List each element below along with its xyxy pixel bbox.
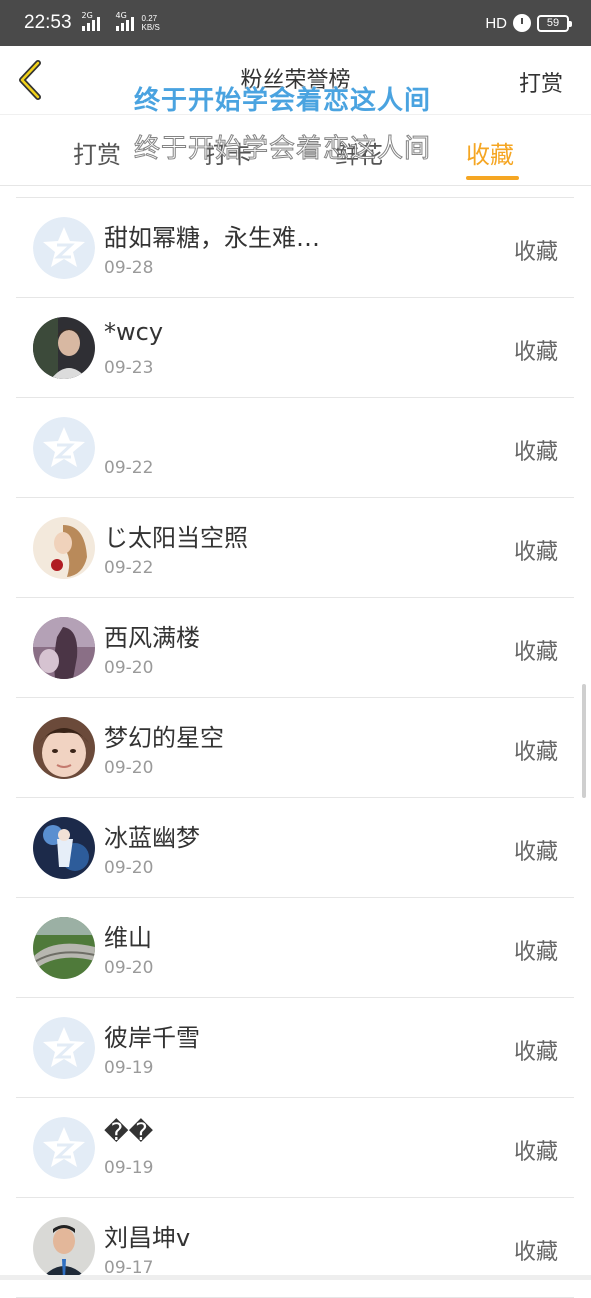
fan-name: 彼岸千雪 [104,1024,200,1052]
list-item[interactable]: �� 09-19 收藏 [16,1098,574,1198]
floating-lyric-line: 终于开始学会着恋这人间 [134,86,432,116]
fan-name: *wcy [104,318,164,346]
reward-button[interactable]: 打赏 [519,66,563,98]
battery-icon: 59 [537,14,572,32]
fan-date: 09-19 [104,1058,154,1078]
fan-name: 梦幻的星空 [104,724,224,752]
tab-favorites[interactable]: 收藏 [466,135,514,170]
user-avatar [33,1217,95,1279]
favorite-label: 收藏 [513,1240,558,1265]
network-speed: 0.27 KB/S [141,14,160,32]
favorite-label: 收藏 [513,840,558,865]
default-avatar-icon [33,417,95,479]
fan-name: 西风满楼 [104,624,200,652]
favorite-label: 收藏 [513,540,558,565]
user-avatar [33,917,95,979]
bottom-edge [0,1275,591,1280]
list-item[interactable]: 冰蓝幽梦 09-20 收藏 [16,798,574,898]
default-avatar-icon [33,1117,95,1179]
favorite-label: 收藏 [513,440,558,465]
fan-list: 甜如幂糖，永生难… 09-28 收藏 *wcy 09-23 收藏 09-22 收… [16,197,574,1298]
user-avatar [33,517,95,579]
signal-4g-icon: 4G [115,11,136,31]
favorite-label: 收藏 [513,240,558,265]
fan-name: じ太阳当空照 [104,524,248,552]
fan-name: 甜如幂糖，永生难… [104,224,320,252]
fan-date: 09-28 [104,258,154,278]
favorite-label: 收藏 [513,740,558,765]
signal-label: 4G [115,11,127,20]
list-item[interactable]: じ太阳当空照 09-22 收藏 [16,498,574,598]
fan-date: 09-23 [104,358,154,378]
list-item[interactable]: 甜如幂糖，永生难… 09-28 收藏 [16,198,574,298]
floating-lyric-line-next: 终于开始学会着恋这人间 [133,134,432,165]
status-bar: 22:53 2G 4G 0.27 KB/S HD 59 [0,0,591,46]
tab-reward[interactable]: 打赏 [73,135,121,170]
favorite-label: 收藏 [513,640,558,665]
fan-name: 冰蓝幽梦 [104,824,200,852]
favorite-label: 收藏 [513,940,558,965]
user-avatar [33,717,95,779]
default-avatar-icon [33,217,95,279]
fan-name: �� [104,1118,154,1146]
signal-label: 2G [81,11,93,20]
favorite-label: 收藏 [513,1140,558,1165]
list-item[interactable]: *wcy 09-23 收藏 [16,298,574,398]
list-item[interactable]: 刘昌坤v 09-17 收藏 [16,1198,574,1298]
scrollbar[interactable] [582,684,586,798]
alarm-icon [513,14,531,32]
user-avatar [33,617,95,679]
list-item[interactable]: 西风满楼 09-20 收藏 [16,598,574,698]
fan-date: 09-22 [104,458,154,478]
favorite-label: 收藏 [513,1040,558,1065]
list-item[interactable]: 彼岸千雪 09-19 收藏 [16,998,574,1098]
fan-date: 09-20 [104,658,154,678]
default-avatar-icon [33,1017,95,1079]
favorite-label: 收藏 [513,340,558,365]
fan-date: 09-20 [104,858,154,878]
hd-indicator: HD [485,14,507,32]
fan-date: 09-19 [104,1158,154,1178]
list-item[interactable]: 梦幻的星空 09-20 收藏 [16,698,574,798]
active-tab-indicator [466,176,519,180]
user-avatar [33,817,95,879]
fan-name: 维山 [104,924,152,952]
fan-date: 09-22 [104,558,154,578]
battery-level: 59 [546,17,560,29]
status-time: 22:53 [24,12,72,33]
user-avatar [33,317,95,379]
fan-date: 09-20 [104,958,154,978]
signal-2g-icon: 2G [81,11,102,31]
list-item[interactable]: 维山 09-20 收藏 [16,898,574,998]
fan-name: 刘昌坤v [104,1224,191,1252]
list-item[interactable]: 09-22 收藏 [16,398,574,498]
fan-date: 09-20 [104,758,154,778]
